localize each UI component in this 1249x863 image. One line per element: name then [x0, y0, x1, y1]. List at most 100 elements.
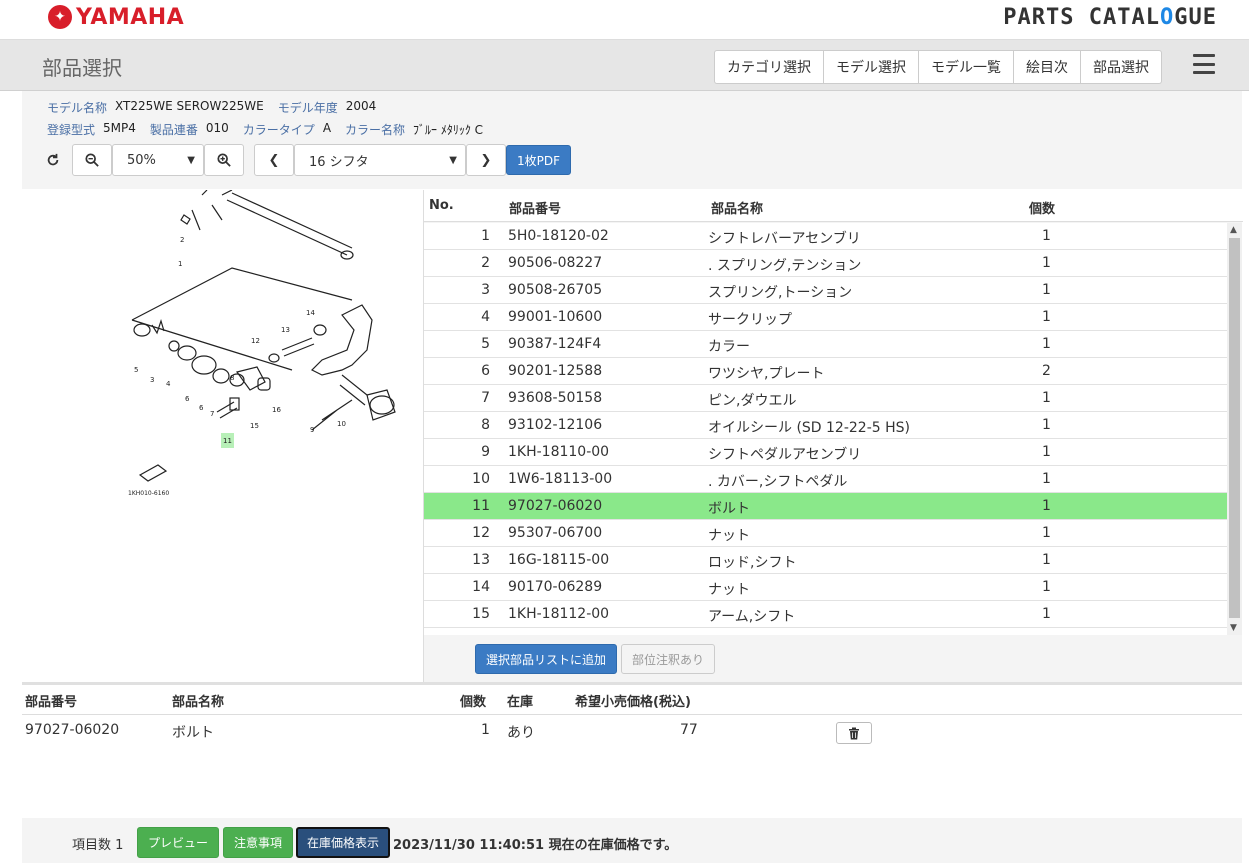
table-row[interactable]: 1 5H0-18120-02 シフトレバーアセンブリ 1 — [424, 223, 1227, 250]
header-qty: 個数 — [1029, 202, 1056, 217]
zoom-in-button[interactable] — [204, 144, 244, 176]
svg-text:11: 11 — [223, 437, 232, 445]
cell-part-number: 97027-06020 — [508, 498, 603, 514]
zoom-value: 50% — [127, 152, 156, 168]
scroll-down-icon[interactable]: ▼ — [1230, 623, 1237, 633]
cell-part-name: ナット — [708, 582, 750, 598]
cell-qty: 1 — [1042, 552, 1051, 568]
scroll-thumb[interactable] — [1229, 238, 1240, 618]
nav-illustration-index[interactable]: 絵目次 — [1014, 50, 1081, 84]
add-to-list-button[interactable]: 選択部品リストに追加 — [475, 644, 617, 674]
cell-part-name: ワツシヤ,プレート — [708, 366, 825, 382]
next-page-button[interactable]: ❯ — [466, 144, 506, 176]
serial-value: 010 — [205, 121, 229, 135]
hamburger-menu-icon[interactable] — [1193, 54, 1215, 74]
cell-qty: 1 — [1042, 255, 1051, 271]
header-part-name: 部品名称 — [711, 202, 764, 217]
svg-text:15: 15 — [250, 422, 259, 430]
table-row[interactable]: 6 90201-12588 ワツシヤ,プレート 2 — [424, 358, 1227, 385]
sel-header-part-name: 部品名称 — [172, 695, 225, 710]
table-row[interactable]: 9 1KH-18110-00 シフトペダルアセンブリ 1 — [424, 439, 1227, 466]
svg-text:12: 12 — [251, 337, 260, 345]
table-row[interactable]: 11 97027-06020 ボルト 1 — [424, 493, 1227, 520]
cell-qty: 1 — [1042, 390, 1051, 406]
table-row[interactable]: 8 93102-12106 オイルシール (SD 12-22-5 HS) 1 — [424, 412, 1227, 439]
cell-no: 5 — [481, 336, 490, 352]
parts-diagram[interactable]: 21 53 46 67 8 12 13 14 15 16 9 10 11 1KH010-… — [22, 190, 422, 682]
sel-stock: あり — [507, 725, 535, 741]
chevron-right-icon: ❯ — [480, 152, 492, 168]
cell-no: 4 — [481, 309, 490, 325]
nav-category-select[interactable]: カテゴリ選択 — [714, 50, 824, 84]
stock-price-button[interactable]: 在庫価格表示 — [296, 827, 390, 858]
table-row[interactable]: 4 99001-10600 サークリップ 1 — [424, 304, 1227, 331]
table-row[interactable]: 15 1KH-18112-00 アーム,シフト 1 — [424, 601, 1227, 628]
cell-qty: 1 — [1042, 498, 1051, 514]
cell-part-name: . カバー,シフトペダル — [708, 474, 848, 490]
cell-qty: 1 — [1042, 228, 1051, 244]
page-select[interactable]: 16 シフタ ▼ — [294, 144, 466, 176]
table-row[interactable]: 7 93608-50158 ピン,ダウエル 1 — [424, 385, 1227, 412]
nav-model-list[interactable]: モデル一覧 — [919, 50, 1014, 84]
parts-list-panel: No. 部品番号 部品名称 個数 1 5H0-18120-02 シフトレバーアセンブ… — [423, 190, 1243, 682]
cell-no: 14 — [472, 579, 490, 595]
stock-status-text: 2023/11/30 11:40:51 現在の在庫価格です。 — [393, 838, 678, 853]
cell-part-number: 1KH-18110-00 — [508, 444, 610, 460]
chevron-down-icon: ▼ — [449, 154, 457, 166]
cell-part-name: オイルシール (SD 12-22-5 HS) — [708, 420, 910, 436]
cell-no: 7 — [481, 390, 490, 406]
cell-no: 12 — [472, 525, 490, 541]
page-header: 部品選択 カテゴリ選択 モデル選択 モデル一覧 絵目次 部品選択 — [0, 40, 1249, 91]
svg-text:14: 14 — [306, 309, 315, 317]
nav-model-select[interactable]: モデル選択 — [824, 50, 919, 84]
refresh-button[interactable] — [38, 144, 68, 176]
cell-part-name: アーム,シフト — [708, 609, 796, 625]
sel-header-stock: 在庫 — [507, 695, 534, 710]
nav-part-select[interactable]: 部品選択 — [1081, 50, 1162, 84]
svg-text:7: 7 — [210, 410, 214, 418]
svg-text:5: 5 — [134, 366, 138, 374]
zoom-select[interactable]: 50% ▼ — [112, 144, 204, 176]
scroll-up-icon[interactable]: ▲ — [1230, 225, 1237, 235]
sel-part-name: ボルト — [172, 725, 214, 741]
table-row[interactable]: 13 16G-18115-00 ロッド,シフト 1 — [424, 547, 1227, 574]
parts-scrollbar[interactable]: ▲ ▼ — [1227, 223, 1242, 635]
chevron-down-icon: ▼ — [187, 154, 195, 166]
svg-text:1: 1 — [178, 260, 182, 268]
cell-part-name: ナット — [708, 528, 750, 544]
table-row[interactable]: 10 1W6-18113-00 . カバー,シフトペダル 1 — [424, 466, 1227, 493]
parts-catalogue-logo: PARTS CATALOGUE — [1003, 5, 1217, 30]
parts-table-body: 1 5H0-18120-02 シフトレバーアセンブリ 1 2 90506-08227. ス… — [424, 223, 1227, 635]
top-bar: ✦ YAMAHA PARTS CATALOGUE — [0, 0, 1249, 40]
table-row[interactable]: 5 90387-124F4 カラー 1 — [424, 331, 1227, 358]
header-part-number: 部品番号 — [509, 202, 562, 217]
table-row[interactable]: 12 95307-06700 ナット 1 — [424, 520, 1227, 547]
preview-button[interactable]: プレビュー — [137, 827, 219, 858]
cell-no: 3 — [481, 282, 490, 298]
zoom-out-button[interactable] — [72, 144, 112, 176]
cell-part-number: 93102-12106 — [508, 417, 603, 433]
footer-bar: 項目数 1 プレビュー 注意事項 在庫価格表示 2023/11/30 11:40… — [22, 818, 1242, 863]
caution-button[interactable]: 注意事項 — [223, 827, 293, 858]
sel-header-part-number: 部品番号 — [25, 695, 78, 710]
color-type-value: A — [322, 121, 332, 135]
yamaha-logo[interactable]: ✦ YAMAHA — [48, 4, 184, 30]
delete-button[interactable] — [836, 722, 872, 744]
pdf-button[interactable]: 1枚PDF — [506, 145, 571, 175]
reg-type-label: 登録型式 — [47, 123, 96, 137]
svg-text:2: 2 — [180, 236, 184, 244]
table-row[interactable]: 14 90170-06289 ナット 1 — [424, 574, 1227, 601]
prev-page-button[interactable]: ❮ — [254, 144, 294, 176]
model-name-label: モデル名称 — [47, 101, 108, 115]
cell-part-number: 1KH-18112-00 — [508, 606, 610, 622]
table-row[interactable]: 3 90508-26705 スプリング,トーション 1 — [424, 277, 1227, 304]
cell-qty: 1 — [1042, 444, 1051, 460]
cell-qty: 1 — [1042, 309, 1051, 325]
svg-text:10: 10 — [337, 420, 346, 428]
cell-part-number: 16G-18115-00 — [508, 552, 610, 568]
table-row[interactable]: 2 90506-08227 . スプリング,テンション 1 — [424, 250, 1227, 277]
gear-icon: O — [1160, 5, 1175, 30]
brand-name: YAMAHA — [76, 4, 185, 30]
part-note-button[interactable]: 部位注釈あり — [621, 644, 715, 674]
selected-list-row[interactable]: 97027-06020 ボルト 1 あり 77 — [22, 716, 1242, 750]
